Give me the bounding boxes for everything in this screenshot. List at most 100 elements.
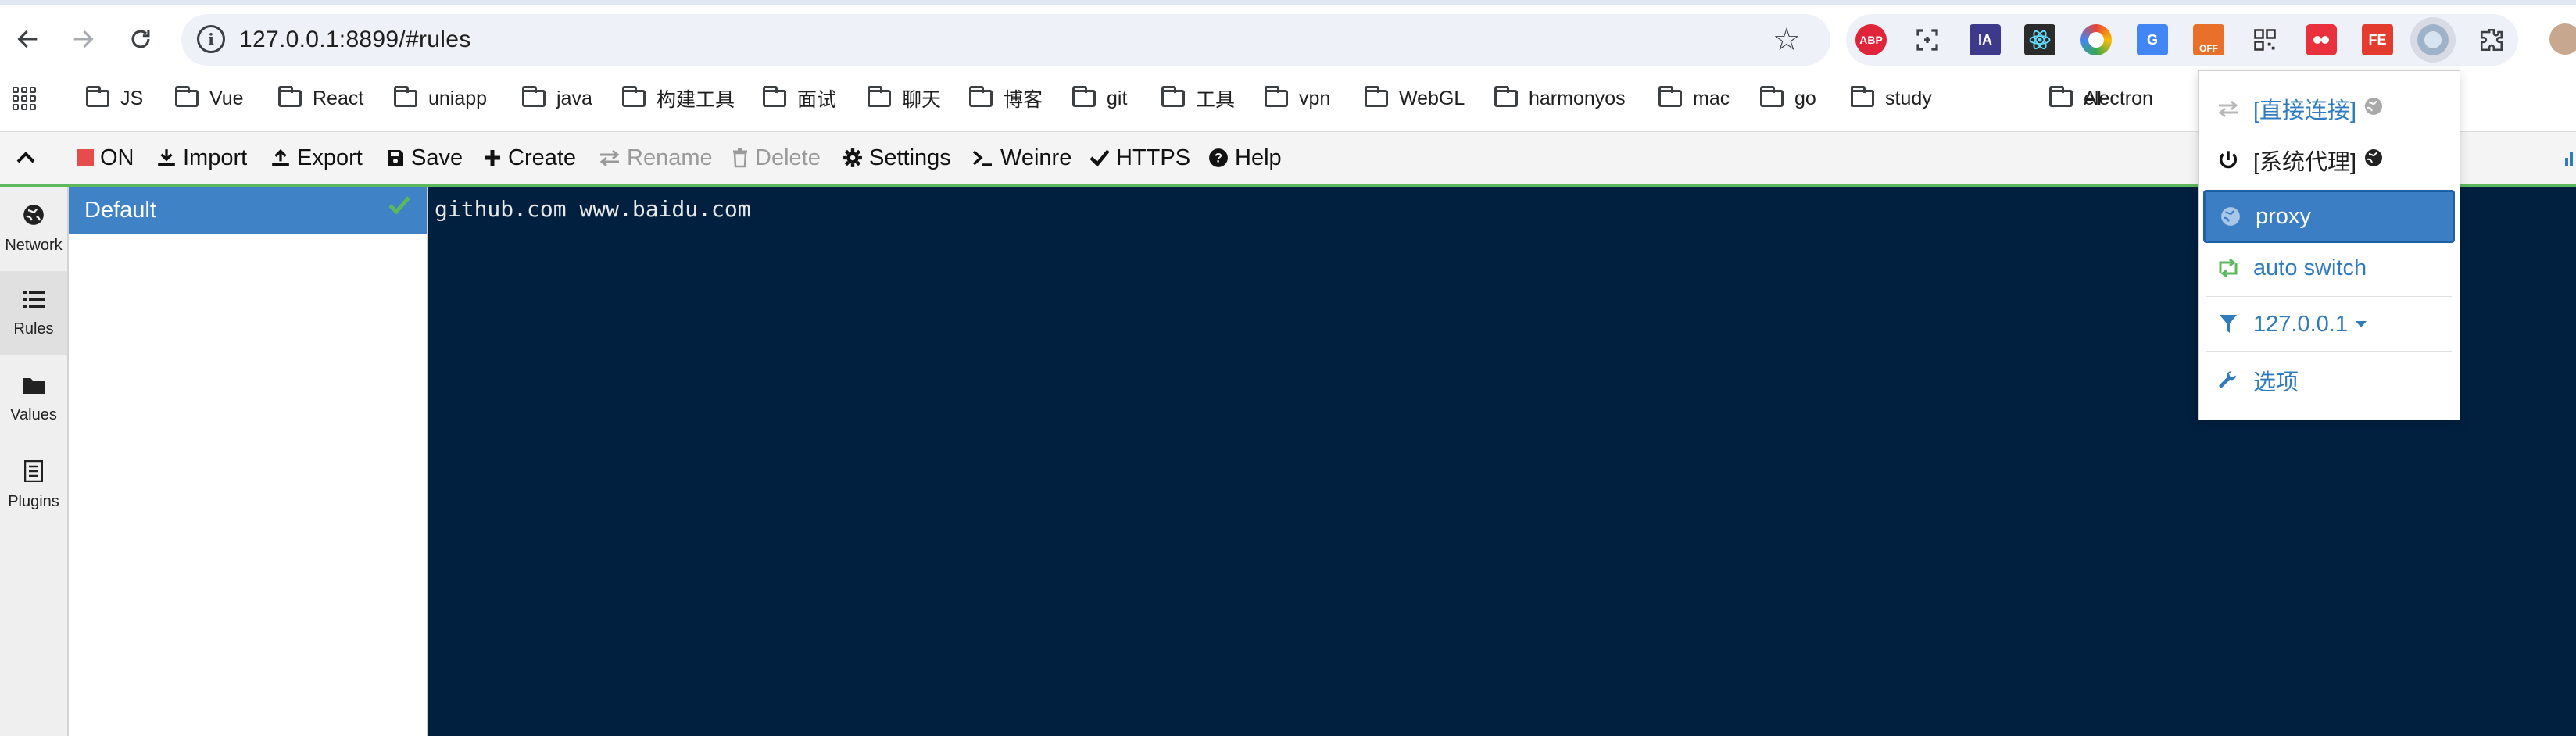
- save-icon: [386, 148, 405, 167]
- reload-button[interactable]: [119, 17, 163, 61]
- forward-button[interactable]: [61, 17, 105, 61]
- on-toggle-button[interactable]: ON: [77, 143, 134, 173]
- bookmark-folder[interactable]: Vue: [175, 86, 244, 111]
- trash-icon: [732, 148, 749, 168]
- folder-icon: [1760, 86, 1784, 107]
- bookmark-folder[interactable]: mac: [1658, 86, 1730, 111]
- export-icon: [270, 148, 291, 168]
- help-button[interactable]: ? Help: [1208, 143, 1282, 173]
- bookmark-folder[interactable]: java: [522, 86, 592, 111]
- proxy-switch-extension-icon[interactable]: [2417, 24, 2449, 55]
- stop-square-icon: [77, 149, 94, 166]
- bookmark-folder[interactable]: 聊天: [868, 86, 941, 111]
- bookmark-folder[interactable]: uniapp: [394, 86, 487, 111]
- apps-grid-icon[interactable]: [13, 87, 36, 110]
- export-button[interactable]: Export: [270, 143, 363, 173]
- bookmark-folder[interactable]: JS: [86, 86, 143, 111]
- extensions-puzzle-icon[interactable]: [2476, 24, 2507, 55]
- bookmarks-bar: JS Vue React uniapp java 构建工具 面试 聊天 博客 g…: [0, 78, 2576, 119]
- folder-icon: [1265, 86, 1288, 107]
- screenshot-extension-icon[interactable]: [1912, 24, 1943, 55]
- bookmark-folder[interactable]: 构建工具: [622, 86, 735, 111]
- save-button[interactable]: Save: [386, 143, 463, 173]
- bookmark-folder[interactable]: WebGL: [1365, 86, 1465, 111]
- bookmark-folder[interactable]: 面试: [763, 86, 836, 111]
- bookmark-folder[interactable]: study: [1851, 86, 1932, 111]
- toggle-off-extension-icon[interactable]: OFF: [2193, 24, 2224, 55]
- folder-icon: [1494, 86, 1518, 107]
- exchange-icon: [599, 148, 621, 167]
- address-bar[interactable]: i 127.0.0.1:8899/#rules ☆: [181, 14, 1830, 66]
- rename-button[interactable]: Rename: [599, 143, 713, 173]
- rule-item-default[interactable]: Default: [69, 187, 427, 234]
- whistle-toolbar: ON Import Export Save Create Rename Dele…: [0, 131, 2576, 187]
- reload-icon: [131, 30, 150, 48]
- delete-button[interactable]: Delete: [732, 143, 821, 173]
- folder-icon: [86, 86, 109, 107]
- question-circle-icon: ?: [1208, 148, 1229, 168]
- check-icon: [388, 195, 411, 223]
- menu-item-auto-switch[interactable]: auto switch: [2203, 245, 2455, 291]
- create-button[interactable]: Create: [483, 143, 576, 173]
- url-text[interactable]: 127.0.0.1:8899/#rules: [239, 27, 471, 53]
- browser-toolbar: i 127.0.0.1:8899/#rules ☆ ABP IA G OFF F…: [0, 0, 2576, 78]
- google-translate-icon[interactable]: G: [2137, 24, 2168, 55]
- folder-icon: [278, 86, 302, 107]
- collapse-toggle[interactable]: [16, 143, 36, 173]
- nav-item-values[interactable]: Values: [0, 357, 67, 441]
- folder-icon: [2049, 86, 2073, 107]
- https-button[interactable]: HTTPS: [1089, 143, 1190, 173]
- plus-icon: [483, 148, 502, 167]
- color-picker-icon[interactable]: [2080, 24, 2112, 55]
- menu-divider: [2206, 351, 2452, 352]
- folder-icon: [1161, 86, 1185, 107]
- bookmark-folder[interactable]: 博客: [969, 86, 1043, 111]
- profile-avatar[interactable]: [2549, 23, 2576, 55]
- adblock-plus-icon[interactable]: ABP: [1855, 24, 1887, 55]
- settings-button[interactable]: Settings: [843, 143, 951, 173]
- import-button[interactable]: Import: [156, 143, 247, 173]
- menu-item-direct[interactable]: [直接连接]: [2203, 85, 2455, 132]
- nav-item-network[interactable]: Network: [0, 187, 67, 271]
- menu-item-options[interactable]: 选项: [2203, 357, 2455, 404]
- wrench-icon: [2211, 370, 2245, 391]
- bookmark-folder[interactable]: go: [1760, 86, 1816, 111]
- left-navigation: Network Rules Values Plugins: [0, 187, 69, 736]
- react-devtools-icon[interactable]: [2024, 24, 2055, 55]
- proxy-switch-popup: [直接连接] [系统代理] proxy auto switch 127.0.0.…: [2198, 70, 2460, 420]
- bookmark-folder[interactable]: harmonyos: [1494, 86, 1626, 111]
- menu-item-proxy[interactable]: proxy: [2203, 190, 2455, 243]
- back-button[interactable]: [6, 17, 50, 61]
- folder-icon: [175, 86, 199, 107]
- site-info-icon[interactable]: i: [197, 25, 225, 53]
- folder-icon: [622, 86, 646, 107]
- qr-code-icon[interactable]: [2249, 24, 2281, 55]
- bookmark-star-icon[interactable]: ☆: [1773, 22, 1801, 58]
- list-icon: [23, 289, 45, 314]
- menu-item-server[interactable]: 127.0.0.1: [2203, 301, 2455, 348]
- folder-icon: [969, 86, 993, 107]
- bookmark-folder[interactable]: React: [278, 86, 363, 111]
- menu-item-system-proxy[interactable]: [系统代理]: [2203, 137, 2455, 184]
- folder-icon: [522, 86, 546, 107]
- folder-icon: [22, 375, 45, 400]
- weinre-button[interactable]: Weinre: [972, 143, 1072, 173]
- bookmark-folder[interactable]: git: [1072, 86, 1127, 111]
- folder-icon: [868, 86, 891, 107]
- globe-icon: [23, 204, 45, 230]
- chart-icon[interactable]: [2563, 143, 2576, 173]
- bookmark-folder[interactable]: electron: [2049, 86, 2153, 111]
- nav-item-plugins[interactable]: Plugins: [0, 443, 67, 527]
- bookmark-folder[interactable]: 工具: [1161, 86, 1235, 111]
- folder-icon: [1658, 86, 1682, 107]
- gear-icon: [843, 148, 863, 168]
- nav-item-rules[interactable]: Rules: [0, 271, 67, 355]
- ia-extension-icon[interactable]: IA: [1970, 24, 2001, 55]
- chevron-up-icon: [16, 152, 35, 163]
- import-icon: [156, 148, 177, 168]
- red-extension-icon[interactable]: [2306, 24, 2337, 55]
- editor-content[interactable]: github.com www.baidu.com: [435, 196, 751, 222]
- fe-helper-icon[interactable]: FE: [2362, 24, 2393, 55]
- bookmark-folder[interactable]: vpn: [1265, 86, 1330, 111]
- folder-icon: [1072, 86, 1096, 107]
